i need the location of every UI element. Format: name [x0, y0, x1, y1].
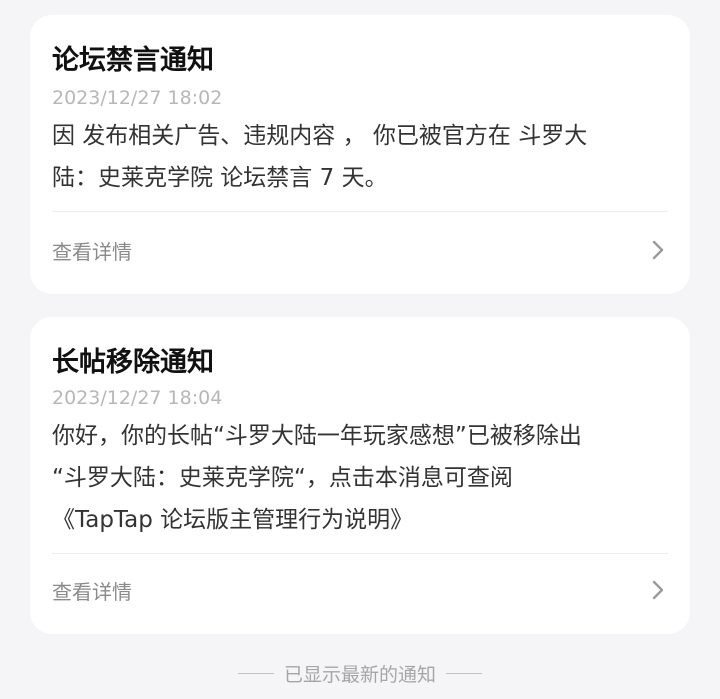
view-details-label: 查看详情 [52, 579, 132, 604]
notification-title: 长帖移除通知 [52, 347, 214, 378]
footer-left-rule [237, 672, 274, 674]
view-details-link[interactable]: 查看详情 [52, 570, 668, 610]
notification-body: 因 发布相关广告、违规内容 ， 你已被官方在 斗罗大 陆：史莱克学院 论坛禁言 … [52, 115, 672, 199]
notification-title: 论坛禁言通知 [52, 45, 214, 76]
notification-card-mute[interactable]: 论坛禁言通知 2023/12/27 18:02 因 发布相关广告、违规内容 ， … [30, 15, 690, 294]
notification-timestamp: 2023/12/27 18:02 [52, 87, 223, 109]
footer-text: 已显示最新的通知 [283, 663, 436, 686]
notification-body: 你好，你的长帖“斗罗大陆一年玩家感想”已被移除出 “斗罗大陆：史莱克学院“，点击… [52, 415, 672, 541]
notification-body-line: 陆：史莱克学院 论坛禁言 7 天。 [52, 165, 388, 191]
notification-body-line: 你好，你的长帖“斗罗大陆一年玩家感想”已被移除出 [52, 423, 582, 449]
notification-body-line[interactable]: 《TapTap 论坛版主管理行为说明》 [52, 499, 672, 541]
divider [52, 211, 668, 212]
notification-card-post-removed[interactable]: 长帖移除通知 2023/12/27 18:04 你好，你的长帖“斗罗大陆一年玩家… [30, 317, 690, 634]
chevron-right-icon [648, 578, 668, 602]
chevron-right-icon [648, 238, 668, 262]
view-details-label: 查看详情 [52, 239, 132, 264]
notification-timestamp: 2023/12/27 18:04 [52, 387, 223, 409]
footer-right-rule [446, 672, 482, 674]
view-details-link[interactable]: 查看详情 [52, 230, 668, 270]
end-of-list-indicator: 已显示最新的通知 [0, 658, 720, 688]
notification-body-line: 因 发布相关广告、违规内容 ， 你已被官方在 斗罗大 [52, 123, 588, 149]
divider [52, 553, 668, 554]
notification-body-line: “斗罗大陆：史莱克学院“，点击本消息可查阅 [52, 465, 513, 491]
